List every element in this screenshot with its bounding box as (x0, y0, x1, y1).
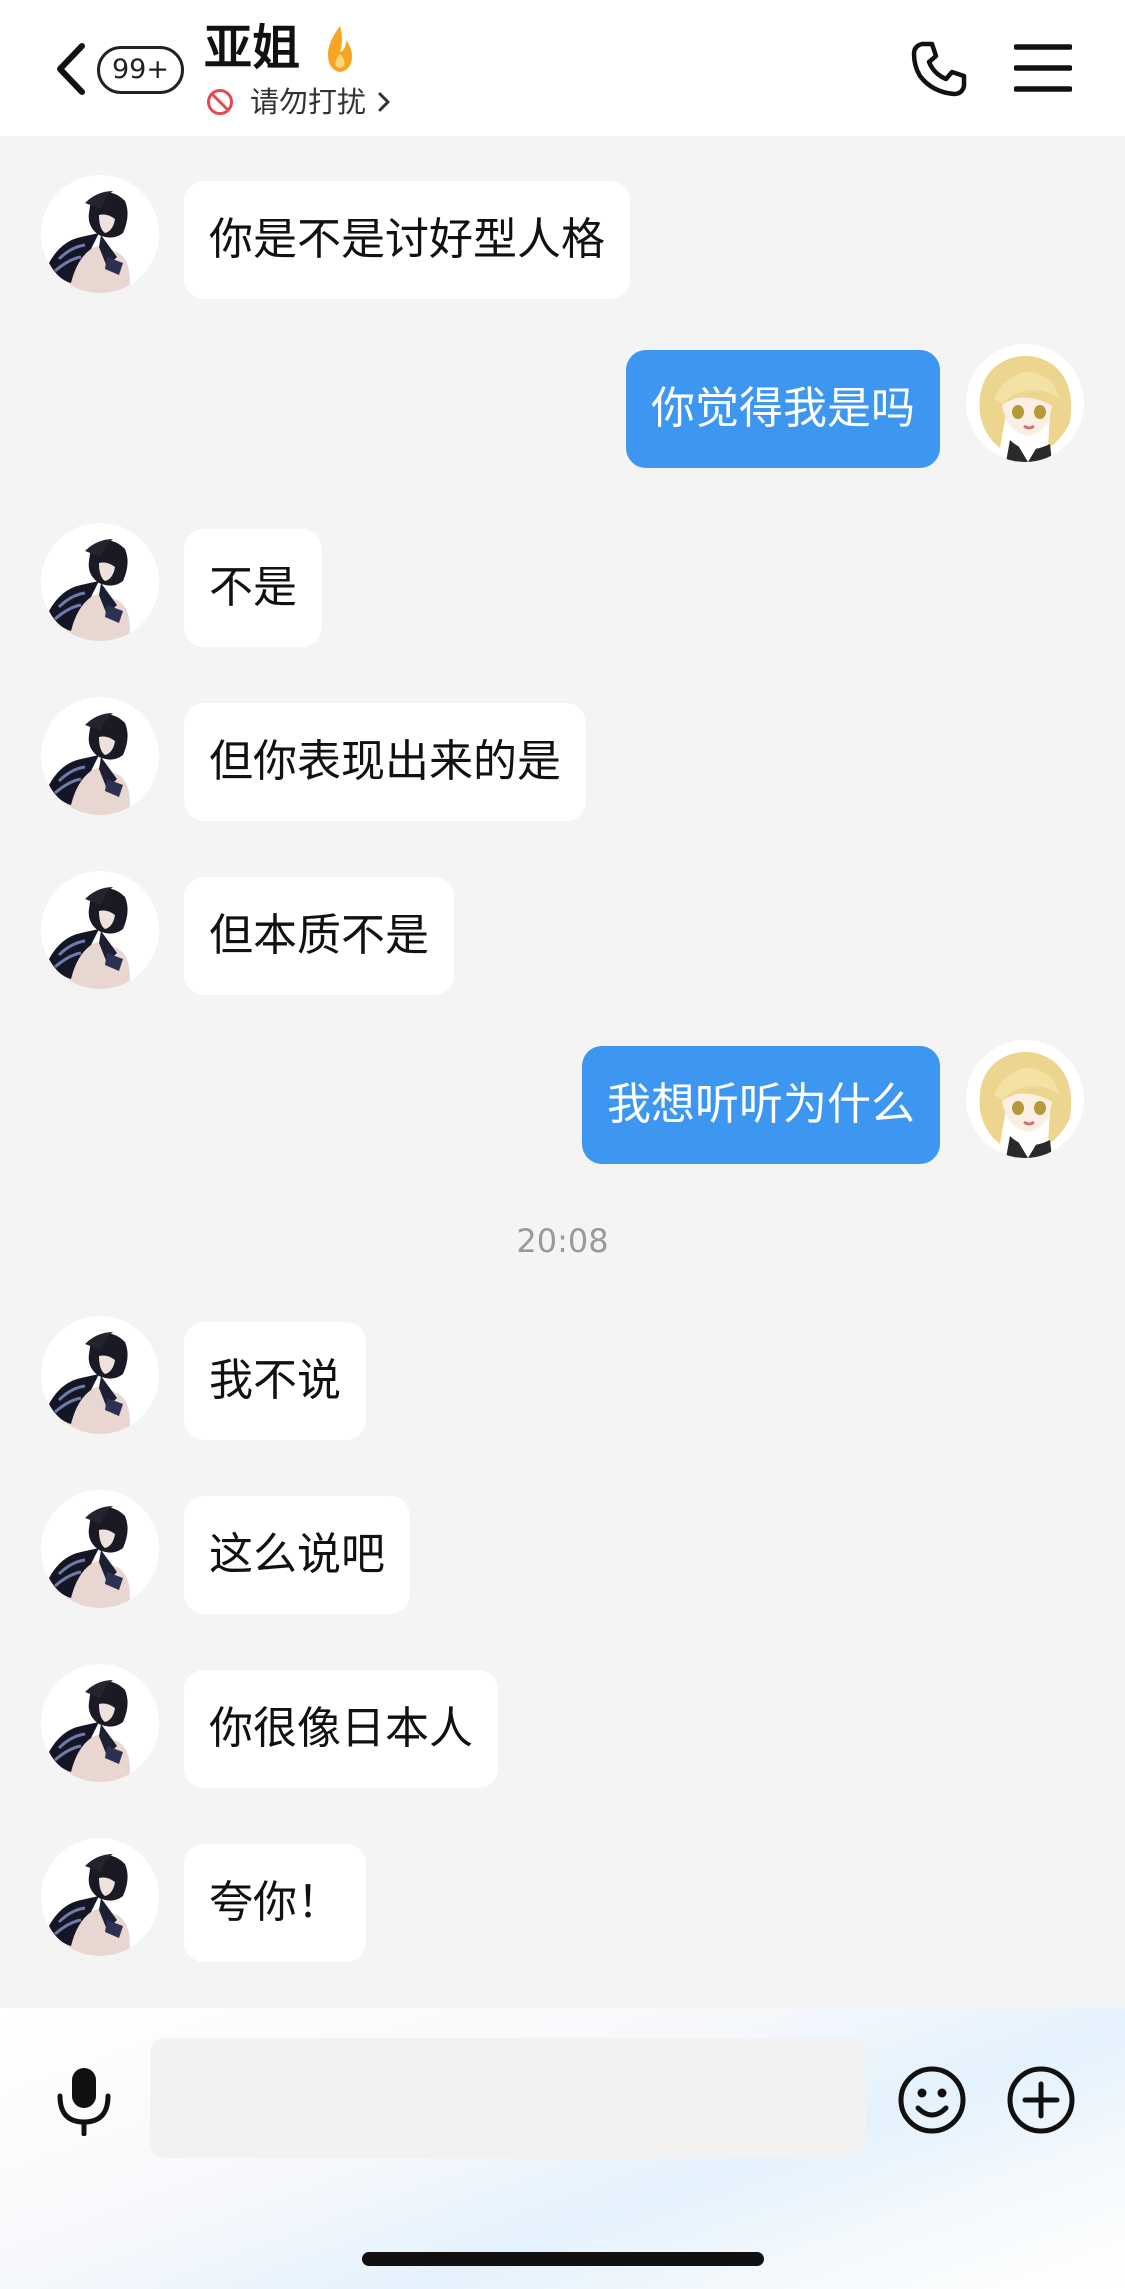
message-row-incoming: 你是不是讨好型人格 (41, 175, 630, 299)
message-bubble[interactable]: 我不说 (184, 1322, 366, 1440)
message-row-outgoing: 我想听听为什么 (582, 1040, 1084, 1164)
flame-icon (328, 26, 352, 72)
time-divider: 20:08 (516, 1222, 609, 1260)
message-bubble[interactable]: 你很像日本人 (184, 1670, 498, 1788)
message-row-incoming: 不是 (41, 523, 322, 647)
message-input[interactable] (150, 2038, 866, 2158)
smiley-face-icon[interactable] (896, 2064, 968, 2136)
contact-avatar[interactable] (41, 1490, 159, 1608)
message-bubble[interactable]: 但你表现出来的是 (184, 703, 586, 821)
message-bubble[interactable]: 你是不是讨好型人格 (184, 181, 630, 299)
chat-header: 99+ 亚姐 请勿打扰 (0, 0, 1125, 136)
status-label: 请勿打扰 (250, 85, 367, 119)
microphone-icon[interactable] (52, 2064, 116, 2136)
message-bubble[interactable]: 夸你！ (184, 1844, 366, 1962)
message-row-incoming: 我不说 (41, 1316, 366, 1440)
no-entry-icon (207, 89, 233, 115)
message-bubble[interactable]: 我想听听为什么 (582, 1046, 940, 1164)
my-avatar[interactable] (966, 344, 1084, 462)
message-input-bar (0, 2008, 1125, 2289)
message-row-incoming: 这么说吧 (41, 1490, 410, 1614)
my-avatar[interactable] (966, 1040, 1084, 1158)
contact-avatar[interactable] (41, 1316, 159, 1434)
contact-avatar[interactable] (41, 1664, 159, 1782)
message-row-outgoing: 你觉得我是吗 (626, 344, 1084, 468)
home-indicator[interactable] (362, 2252, 764, 2266)
message-bubble[interactable]: 不是 (184, 529, 322, 647)
contact-avatar[interactable] (41, 175, 159, 293)
unread-count-badge[interactable]: 99+ (97, 46, 184, 94)
do-not-disturb-status[interactable]: 请勿打扰 (206, 84, 394, 120)
message-bubble[interactable]: 你觉得我是吗 (626, 350, 940, 468)
contact-avatar[interactable] (41, 697, 159, 815)
message-row-incoming: 你很像日本人 (41, 1664, 498, 1788)
phone-icon[interactable] (908, 38, 970, 100)
contact-avatar[interactable] (41, 1838, 159, 1956)
back-chevron-icon[interactable] (46, 34, 96, 104)
message-row-incoming: 但本质不是 (41, 871, 454, 995)
chevron-right-icon (378, 92, 390, 112)
contact-name[interactable]: 亚姐 (204, 18, 300, 78)
hamburger-menu-icon[interactable] (1014, 42, 1072, 94)
message-bubble[interactable]: 但本质不是 (184, 877, 454, 995)
contact-avatar[interactable] (41, 523, 159, 641)
message-row-incoming: 夸你！ (41, 1838, 366, 1962)
contact-avatar[interactable] (41, 871, 159, 989)
message-row-incoming: 但你表现出来的是 (41, 697, 586, 821)
plus-circle-icon[interactable] (1005, 2064, 1077, 2136)
message-bubble[interactable]: 这么说吧 (184, 1496, 410, 1614)
